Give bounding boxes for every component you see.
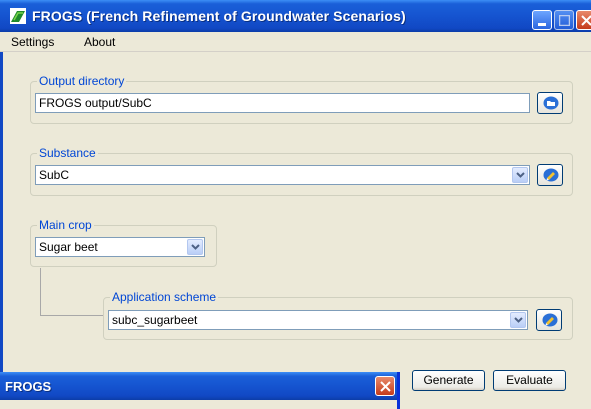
substance-label: Substance [37, 146, 98, 160]
minimize-icon [538, 23, 546, 26]
application-scheme-value: subc_sugarbeet [112, 313, 198, 327]
chevron-down-icon [516, 172, 525, 178]
menu-bar: Settings About [0, 32, 591, 52]
close-icon [581, 15, 591, 26]
browse-folder-button[interactable] [537, 92, 563, 114]
application-scheme-select[interactable]: subc_sugarbeet [108, 310, 528, 330]
chevron-down-icon [514, 317, 523, 323]
substance-value: SubC [39, 168, 70, 182]
menu-about[interactable]: About [84, 35, 115, 49]
child-close-button[interactable] [375, 376, 395, 396]
edit-icon [542, 313, 558, 327]
close-button[interactable] [576, 10, 591, 30]
menu-settings[interactable]: Settings [11, 35, 54, 49]
evaluate-button[interactable]: Evaluate [493, 370, 566, 391]
substance-dropdown-button[interactable] [512, 167, 528, 183]
chevron-down-icon [191, 244, 200, 250]
main-crop-dropdown-button[interactable] [187, 239, 203, 255]
window-title: FROGS (French Refinement of Groundwater … [32, 8, 406, 24]
child-window-title: FROGS [5, 379, 52, 394]
application-scheme-label: Application scheme [110, 290, 219, 304]
maximize-icon [559, 15, 570, 26]
minimize-button[interactable] [532, 10, 552, 30]
edit-substance-button[interactable] [537, 164, 563, 186]
main-crop-label: Main crop [37, 218, 94, 232]
output-directory-input[interactable]: FROGS output/SubC [35, 93, 530, 113]
output-directory-label: Output directory [37, 74, 127, 88]
generate-button[interactable]: Generate [412, 370, 485, 391]
window-titlebar[interactable]: FROGS (French Refinement of Groundwater … [0, 0, 591, 32]
child-window-titlebar[interactable]: FROGS [0, 372, 397, 400]
main-crop-value: Sugar beet [39, 240, 98, 254]
frog-logo-icon [10, 8, 26, 24]
maximize-button[interactable] [554, 10, 574, 30]
child-window[interactable]: FROGS [0, 372, 400, 409]
application-scheme-dropdown-button[interactable] [510, 312, 526, 328]
edit-application-scheme-button[interactable] [536, 309, 562, 331]
window-border [0, 52, 3, 409]
main-crop-select[interactable]: Sugar beet [35, 237, 205, 257]
close-icon [380, 381, 391, 392]
edit-icon [543, 168, 559, 182]
substance-select[interactable]: SubC [35, 165, 530, 185]
tree-connector [40, 268, 103, 316]
folder-open-icon [543, 96, 559, 110]
